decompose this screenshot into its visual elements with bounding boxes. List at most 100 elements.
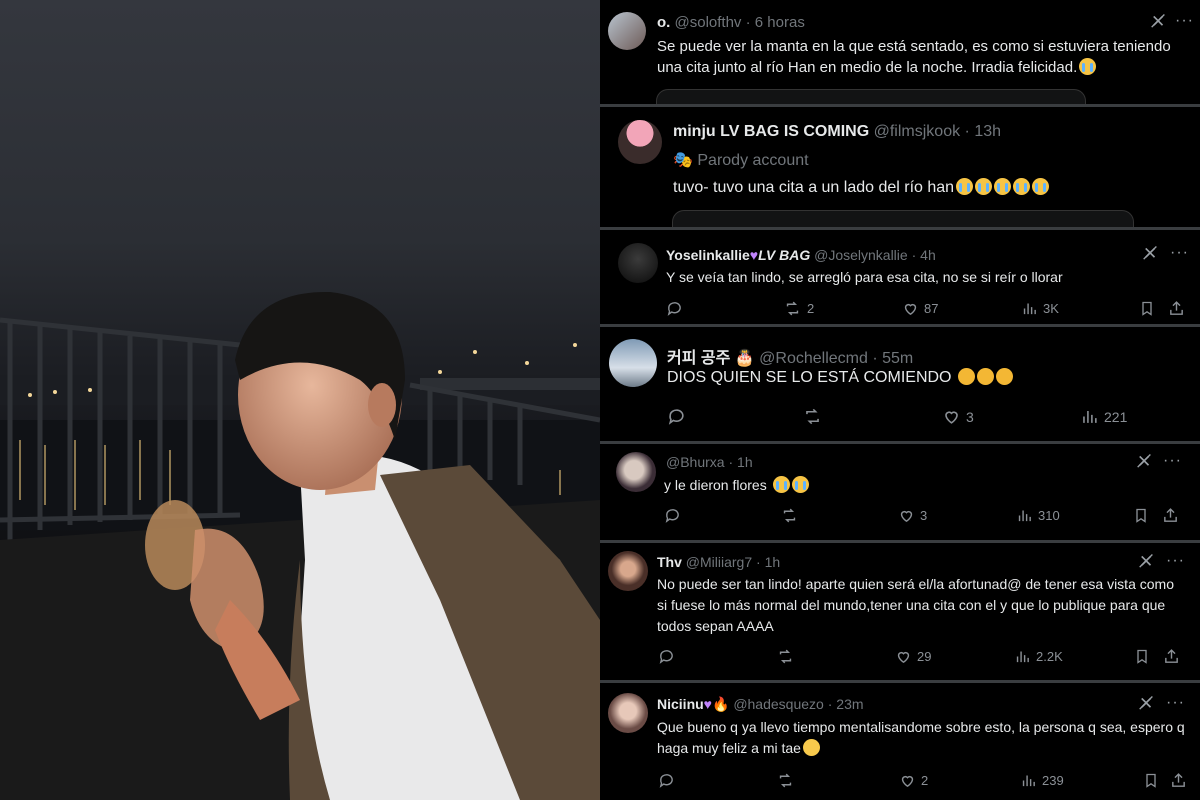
more-icon[interactable]: ··· xyxy=(1170,244,1189,262)
views-count: 2.2K xyxy=(1036,649,1063,664)
user-name[interactable]: 커피 공주 xyxy=(667,350,730,367)
tweet-text: tuvo- tuvo una cita a un lado del río ha… xyxy=(673,177,1183,198)
timestamp[interactable]: 1h xyxy=(737,454,753,470)
tweet-card[interactable]: Thv @Miliiarg7 · 1h ✕̸ ··· No puede ser … xyxy=(600,543,1200,680)
media-preview[interactable] xyxy=(656,89,1086,104)
timestamp[interactable]: 6 horas xyxy=(755,14,805,31)
user-handle[interactable]: @hadesquezo xyxy=(733,696,824,712)
share-button[interactable] xyxy=(1168,300,1185,317)
reply-button[interactable] xyxy=(666,300,688,317)
crying-emoji-icon xyxy=(791,476,809,493)
reply-button[interactable] xyxy=(658,772,680,789)
user-handle[interactable]: @filmsjkook xyxy=(874,123,960,140)
crying-emoji-icon xyxy=(1013,178,1031,195)
avatar[interactable] xyxy=(618,243,658,283)
tweet-text: Que bueno q ya llevo tiempo mentalisando… xyxy=(657,717,1197,759)
share-button[interactable] xyxy=(1163,648,1180,665)
grok-icon[interactable]: ✕̸ xyxy=(1139,552,1153,572)
timestamp[interactable]: 1h xyxy=(765,554,781,570)
bookmark-icon xyxy=(1136,508,1146,523)
repost-button[interactable] xyxy=(780,507,804,524)
separator-dot: · xyxy=(741,14,755,31)
media-preview[interactable] xyxy=(672,210,1134,227)
like-count: 3 xyxy=(920,508,928,523)
user-name[interactable]: Niciinu xyxy=(657,696,704,712)
bookmark-button[interactable] xyxy=(1134,648,1150,665)
user-handle[interactable]: @Rochellecmd xyxy=(759,350,868,367)
tweet-card[interactable]: @Bhurxa · 1h ✕̸ ··· y le dieron flores 3… xyxy=(600,444,1200,540)
share-button[interactable] xyxy=(1162,507,1179,524)
separator-dot: · xyxy=(907,247,921,263)
avatar[interactable] xyxy=(608,551,648,591)
bookmark-button[interactable] xyxy=(1143,772,1159,789)
photo xyxy=(0,0,600,800)
bookmark-icon xyxy=(1146,773,1156,788)
timestamp[interactable]: 4h xyxy=(920,247,936,263)
repost-count: 2 xyxy=(807,301,815,316)
like-button[interactable]: 3 xyxy=(898,507,927,524)
tweet-card[interactable]: minju LV BAG IS COMING @filmsjkook · 13h… xyxy=(600,107,1200,227)
tweet-text-content: Que bueno q ya llevo tiempo mentalisando… xyxy=(657,719,1185,756)
views-button[interactable]: 3K xyxy=(1021,300,1059,317)
repost-button[interactable] xyxy=(776,648,800,665)
avatar[interactable] xyxy=(618,120,662,164)
grok-icon[interactable]: ✕̸ xyxy=(1139,694,1153,714)
user-name[interactable]: o. xyxy=(657,14,670,31)
bookmark-button[interactable] xyxy=(1139,300,1155,317)
timestamp[interactable]: 13h xyxy=(974,123,1001,140)
avatar[interactable] xyxy=(616,452,656,492)
tweet-card[interactable]: Yoselinkallie♥LV BAG @Joselynkallie · 4h… xyxy=(600,230,1200,324)
views-button[interactable]: 2.2K xyxy=(1014,648,1063,665)
more-icon[interactable]: ··· xyxy=(1175,12,1194,30)
views-button[interactable]: 310 xyxy=(1016,507,1060,524)
repost-button[interactable] xyxy=(776,772,800,789)
avatar[interactable] xyxy=(609,339,657,387)
more-icon[interactable]: ··· xyxy=(1166,552,1185,570)
repost-icon xyxy=(786,301,799,316)
reply-icon xyxy=(665,509,679,523)
user-handle[interactable]: @Bhurxa xyxy=(666,454,725,470)
grok-icon[interactable]: ✕̸ xyxy=(1143,244,1157,264)
reply-button[interactable] xyxy=(664,507,686,524)
tweet-card[interactable]: Niciinu♥🔥 @hadesquezo · 23m ✕̸ ··· Que b… xyxy=(600,683,1200,800)
views-button[interactable]: 239 xyxy=(1020,772,1064,789)
user-handle[interactable]: @Miliiarg7 xyxy=(686,554,752,570)
share-button[interactable] xyxy=(1170,772,1187,789)
views-count: 221 xyxy=(1104,408,1128,425)
heart-icon xyxy=(897,651,910,664)
like-count: 2 xyxy=(921,773,929,788)
user-name[interactable]: Yoselinkallie xyxy=(666,247,750,263)
tired-face-emoji-icon xyxy=(957,368,975,385)
heart-icon xyxy=(901,775,914,788)
repost-button[interactable]: 2 xyxy=(783,300,814,317)
bookmark-icon xyxy=(1142,301,1152,316)
tweet-card[interactable]: o. @solofthv · 6 horas ✕̸ ··· Se puede v… xyxy=(600,0,1200,104)
grok-icon[interactable]: ✕̸ xyxy=(1151,12,1165,32)
user-name[interactable]: minju LV BAG IS COMING xyxy=(673,123,869,140)
user-handle[interactable]: @solofthv xyxy=(675,14,742,31)
reply-icon xyxy=(659,650,673,664)
like-button[interactable]: 2 xyxy=(899,772,928,789)
timestamp[interactable]: 23m xyxy=(836,696,863,712)
repost-button[interactable] xyxy=(802,407,828,426)
user-handle[interactable]: @Joselynkallie xyxy=(814,247,908,263)
avatar[interactable] xyxy=(608,693,648,733)
like-button[interactable]: 87 xyxy=(902,300,938,317)
bookmark-button[interactable] xyxy=(1133,507,1149,524)
like-button[interactable]: 29 xyxy=(895,648,931,665)
reply-button[interactable] xyxy=(658,648,680,665)
like-button[interactable]: 3 xyxy=(942,407,974,426)
timestamp[interactable]: 55m xyxy=(882,350,913,367)
user-name[interactable]: Thv xyxy=(657,554,682,570)
views-count: 310 xyxy=(1038,508,1060,523)
views-button[interactable]: 221 xyxy=(1080,407,1127,426)
tweet-card[interactable]: 커피 공주 🎂 @Rochellecmd · 55m DIOS QUIEN SE… xyxy=(600,327,1200,441)
avatar[interactable] xyxy=(608,12,646,50)
purple-heart-icon: ♥ xyxy=(749,247,759,263)
more-icon[interactable]: ··· xyxy=(1163,452,1182,470)
more-icon[interactable]: ··· xyxy=(1166,694,1185,712)
repost-icon xyxy=(779,773,792,788)
crying-emoji-icon xyxy=(1079,58,1097,75)
reply-button[interactable] xyxy=(667,407,691,426)
grok-icon[interactable]: ✕̸ xyxy=(1137,452,1151,472)
